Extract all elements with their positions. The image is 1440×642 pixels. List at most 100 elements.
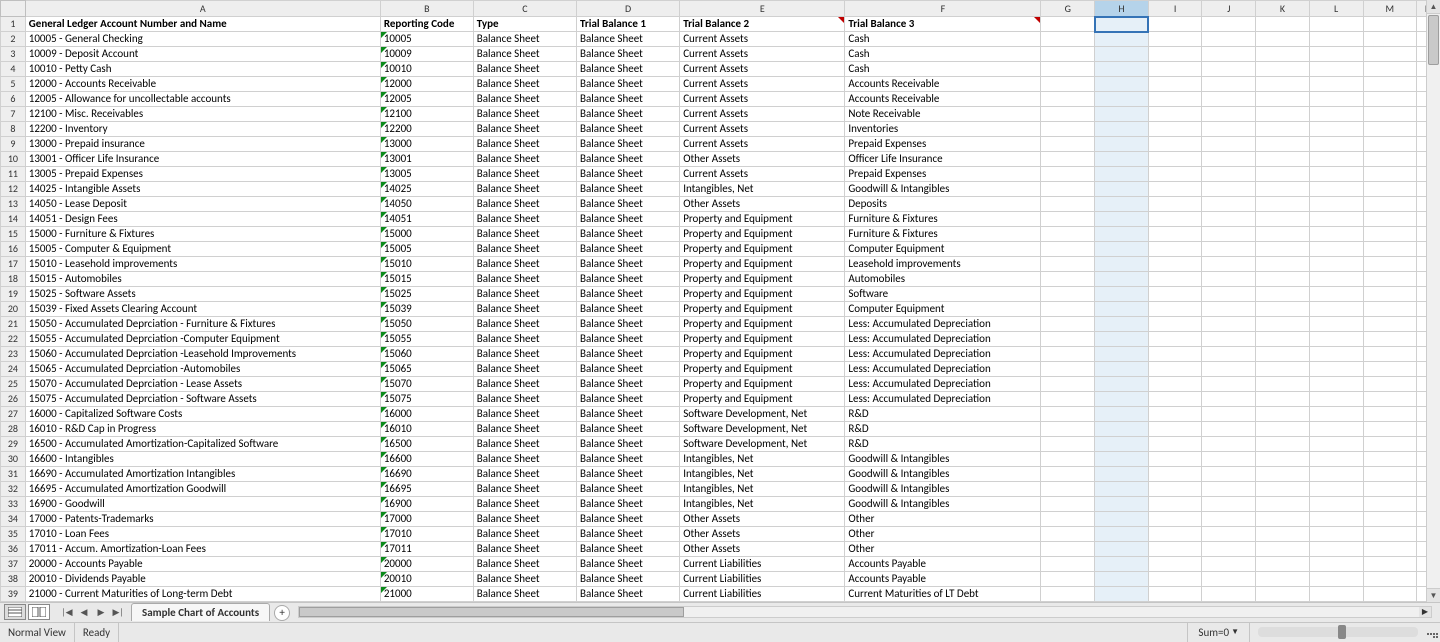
row-header-38[interactable]: 38	[1, 572, 26, 587]
cell-G37[interactable]	[1041, 557, 1095, 572]
cell-J32[interactable]	[1202, 482, 1256, 497]
cell-A19[interactable]: 15025 - Software Assets	[25, 287, 380, 302]
cell-A18[interactable]: 15015 - Automobiles	[25, 272, 380, 287]
cell-D11[interactable]: Balance Sheet	[576, 167, 679, 182]
cell-A20[interactable]: 15039 - Fixed Assets Clearing Account	[25, 302, 380, 317]
cell-F30[interactable]: Goodwill & Intangibles	[845, 452, 1041, 467]
cell-J24[interactable]	[1202, 362, 1256, 377]
cell-J35[interactable]	[1202, 527, 1256, 542]
cell-A10[interactable]: 13001 - Officer Life Insurance	[25, 152, 380, 167]
cell-L8[interactable]	[1309, 122, 1363, 137]
cell-B16[interactable]: 15005	[380, 242, 473, 257]
cell-J15[interactable]	[1202, 227, 1256, 242]
cell-H27[interactable]	[1095, 407, 1149, 422]
cell-K1[interactable]	[1256, 17, 1310, 32]
cell-J23[interactable]	[1202, 347, 1256, 362]
cell-K8[interactable]	[1256, 122, 1310, 137]
sheet-tab-active[interactable]: Sample Chart of Accounts	[131, 603, 270, 621]
cell-B28[interactable]: 16010	[380, 422, 473, 437]
cell-B7[interactable]: 12100	[380, 107, 473, 122]
next-sheet-button[interactable]: ▶	[94, 605, 108, 619]
cell-F18[interactable]: Automobiles	[845, 272, 1041, 287]
cell-G4[interactable]	[1041, 62, 1095, 77]
cell-M31[interactable]	[1363, 467, 1417, 482]
cell-J10[interactable]	[1202, 152, 1256, 167]
cell-B26[interactable]: 15075	[380, 392, 473, 407]
cell-H32[interactable]	[1095, 482, 1149, 497]
cell-H4[interactable]	[1095, 62, 1149, 77]
cell-M13[interactable]	[1363, 197, 1417, 212]
cell-M18[interactable]	[1363, 272, 1417, 287]
cell-B13[interactable]: 14050	[380, 197, 473, 212]
cell-G21[interactable]	[1041, 317, 1095, 332]
cell-L15[interactable]	[1309, 227, 1363, 242]
cell-B14[interactable]: 14051	[380, 212, 473, 227]
cell-C22[interactable]: Balance Sheet	[473, 332, 576, 347]
row-header-2[interactable]: 2	[1, 32, 26, 47]
cell-G7[interactable]	[1041, 107, 1095, 122]
cell-L1[interactable]	[1309, 17, 1363, 32]
scroll-thumb[interactable]	[1428, 15, 1439, 65]
cell-M3[interactable]	[1363, 47, 1417, 62]
cell-D17[interactable]: Balance Sheet	[576, 257, 679, 272]
cell-C13[interactable]: Balance Sheet	[473, 197, 576, 212]
row-header-20[interactable]: 20	[1, 302, 26, 317]
cell-G6[interactable]	[1041, 92, 1095, 107]
column-header-C[interactable]: C	[473, 1, 576, 17]
cell-A34[interactable]: 17000 - Patents-Trademarks	[25, 512, 380, 527]
cell-C20[interactable]: Balance Sheet	[473, 302, 576, 317]
row-header-34[interactable]: 34	[1, 512, 26, 527]
cell-H16[interactable]	[1095, 242, 1149, 257]
cell-D29[interactable]: Balance Sheet	[576, 437, 679, 452]
cell-E26[interactable]: Property and Equipment	[680, 392, 845, 407]
cell-C36[interactable]: Balance Sheet	[473, 542, 576, 557]
cell-A21[interactable]: 15050 - Accumulated Deprciation - Furnit…	[25, 317, 380, 332]
cell-G29[interactable]	[1041, 437, 1095, 452]
cell-K34[interactable]	[1256, 512, 1310, 527]
cell-E31[interactable]: Intangibles, Net	[680, 467, 845, 482]
cell-D12[interactable]: Balance Sheet	[576, 182, 679, 197]
cell-B9[interactable]: 13000	[380, 137, 473, 152]
normal-view-button[interactable]	[4, 604, 26, 620]
cell-M38[interactable]	[1363, 572, 1417, 587]
cell-E3[interactable]: Current Assets	[680, 47, 845, 62]
cell-H7[interactable]	[1095, 107, 1149, 122]
row-header-37[interactable]: 37	[1, 557, 26, 572]
cell-A9[interactable]: 13000 - Prepaid insurance	[25, 137, 380, 152]
row-header-22[interactable]: 22	[1, 332, 26, 347]
cell-C15[interactable]: Balance Sheet	[473, 227, 576, 242]
cell-M28[interactable]	[1363, 422, 1417, 437]
row-header-13[interactable]: 13	[1, 197, 26, 212]
cell-C33[interactable]: Balance Sheet	[473, 497, 576, 512]
cell-B34[interactable]: 17000	[380, 512, 473, 527]
cell-C4[interactable]: Balance Sheet	[473, 62, 576, 77]
cell-I24[interactable]	[1148, 362, 1202, 377]
cell-M33[interactable]	[1363, 497, 1417, 512]
cell-F27[interactable]: R&D	[845, 407, 1041, 422]
cell-C25[interactable]: Balance Sheet	[473, 377, 576, 392]
column-header-L[interactable]: L	[1309, 1, 1363, 17]
cell-J7[interactable]	[1202, 107, 1256, 122]
column-header-I[interactable]: I	[1148, 1, 1202, 17]
cell-F6[interactable]: Accounts Receivable	[845, 92, 1041, 107]
cell-L29[interactable]	[1309, 437, 1363, 452]
cell-E23[interactable]: Property and Equipment	[680, 347, 845, 362]
cell-J1[interactable]	[1202, 17, 1256, 32]
cell-I20[interactable]	[1148, 302, 1202, 317]
cell-D31[interactable]: Balance Sheet	[576, 467, 679, 482]
cell-D18[interactable]: Balance Sheet	[576, 272, 679, 287]
cell-F35[interactable]: Other	[845, 527, 1041, 542]
cell-M7[interactable]	[1363, 107, 1417, 122]
spreadsheet-grid[interactable]: ABCDEFGHIJKLMN 1General Ledger Account N…	[0, 0, 1440, 602]
cell-C1[interactable]: Type	[473, 17, 576, 32]
row-header-16[interactable]: 16	[1, 242, 26, 257]
cell-H24[interactable]	[1095, 362, 1149, 377]
cell-E9[interactable]: Current Assets	[680, 137, 845, 152]
cell-E21[interactable]: Property and Equipment	[680, 317, 845, 332]
cell-C6[interactable]: Balance Sheet	[473, 92, 576, 107]
cell-M32[interactable]	[1363, 482, 1417, 497]
cell-L16[interactable]	[1309, 242, 1363, 257]
cell-H15[interactable]	[1095, 227, 1149, 242]
cell-B12[interactable]: 14025	[380, 182, 473, 197]
autosum-dropdown-icon[interactable]: ▼	[1231, 627, 1239, 637]
